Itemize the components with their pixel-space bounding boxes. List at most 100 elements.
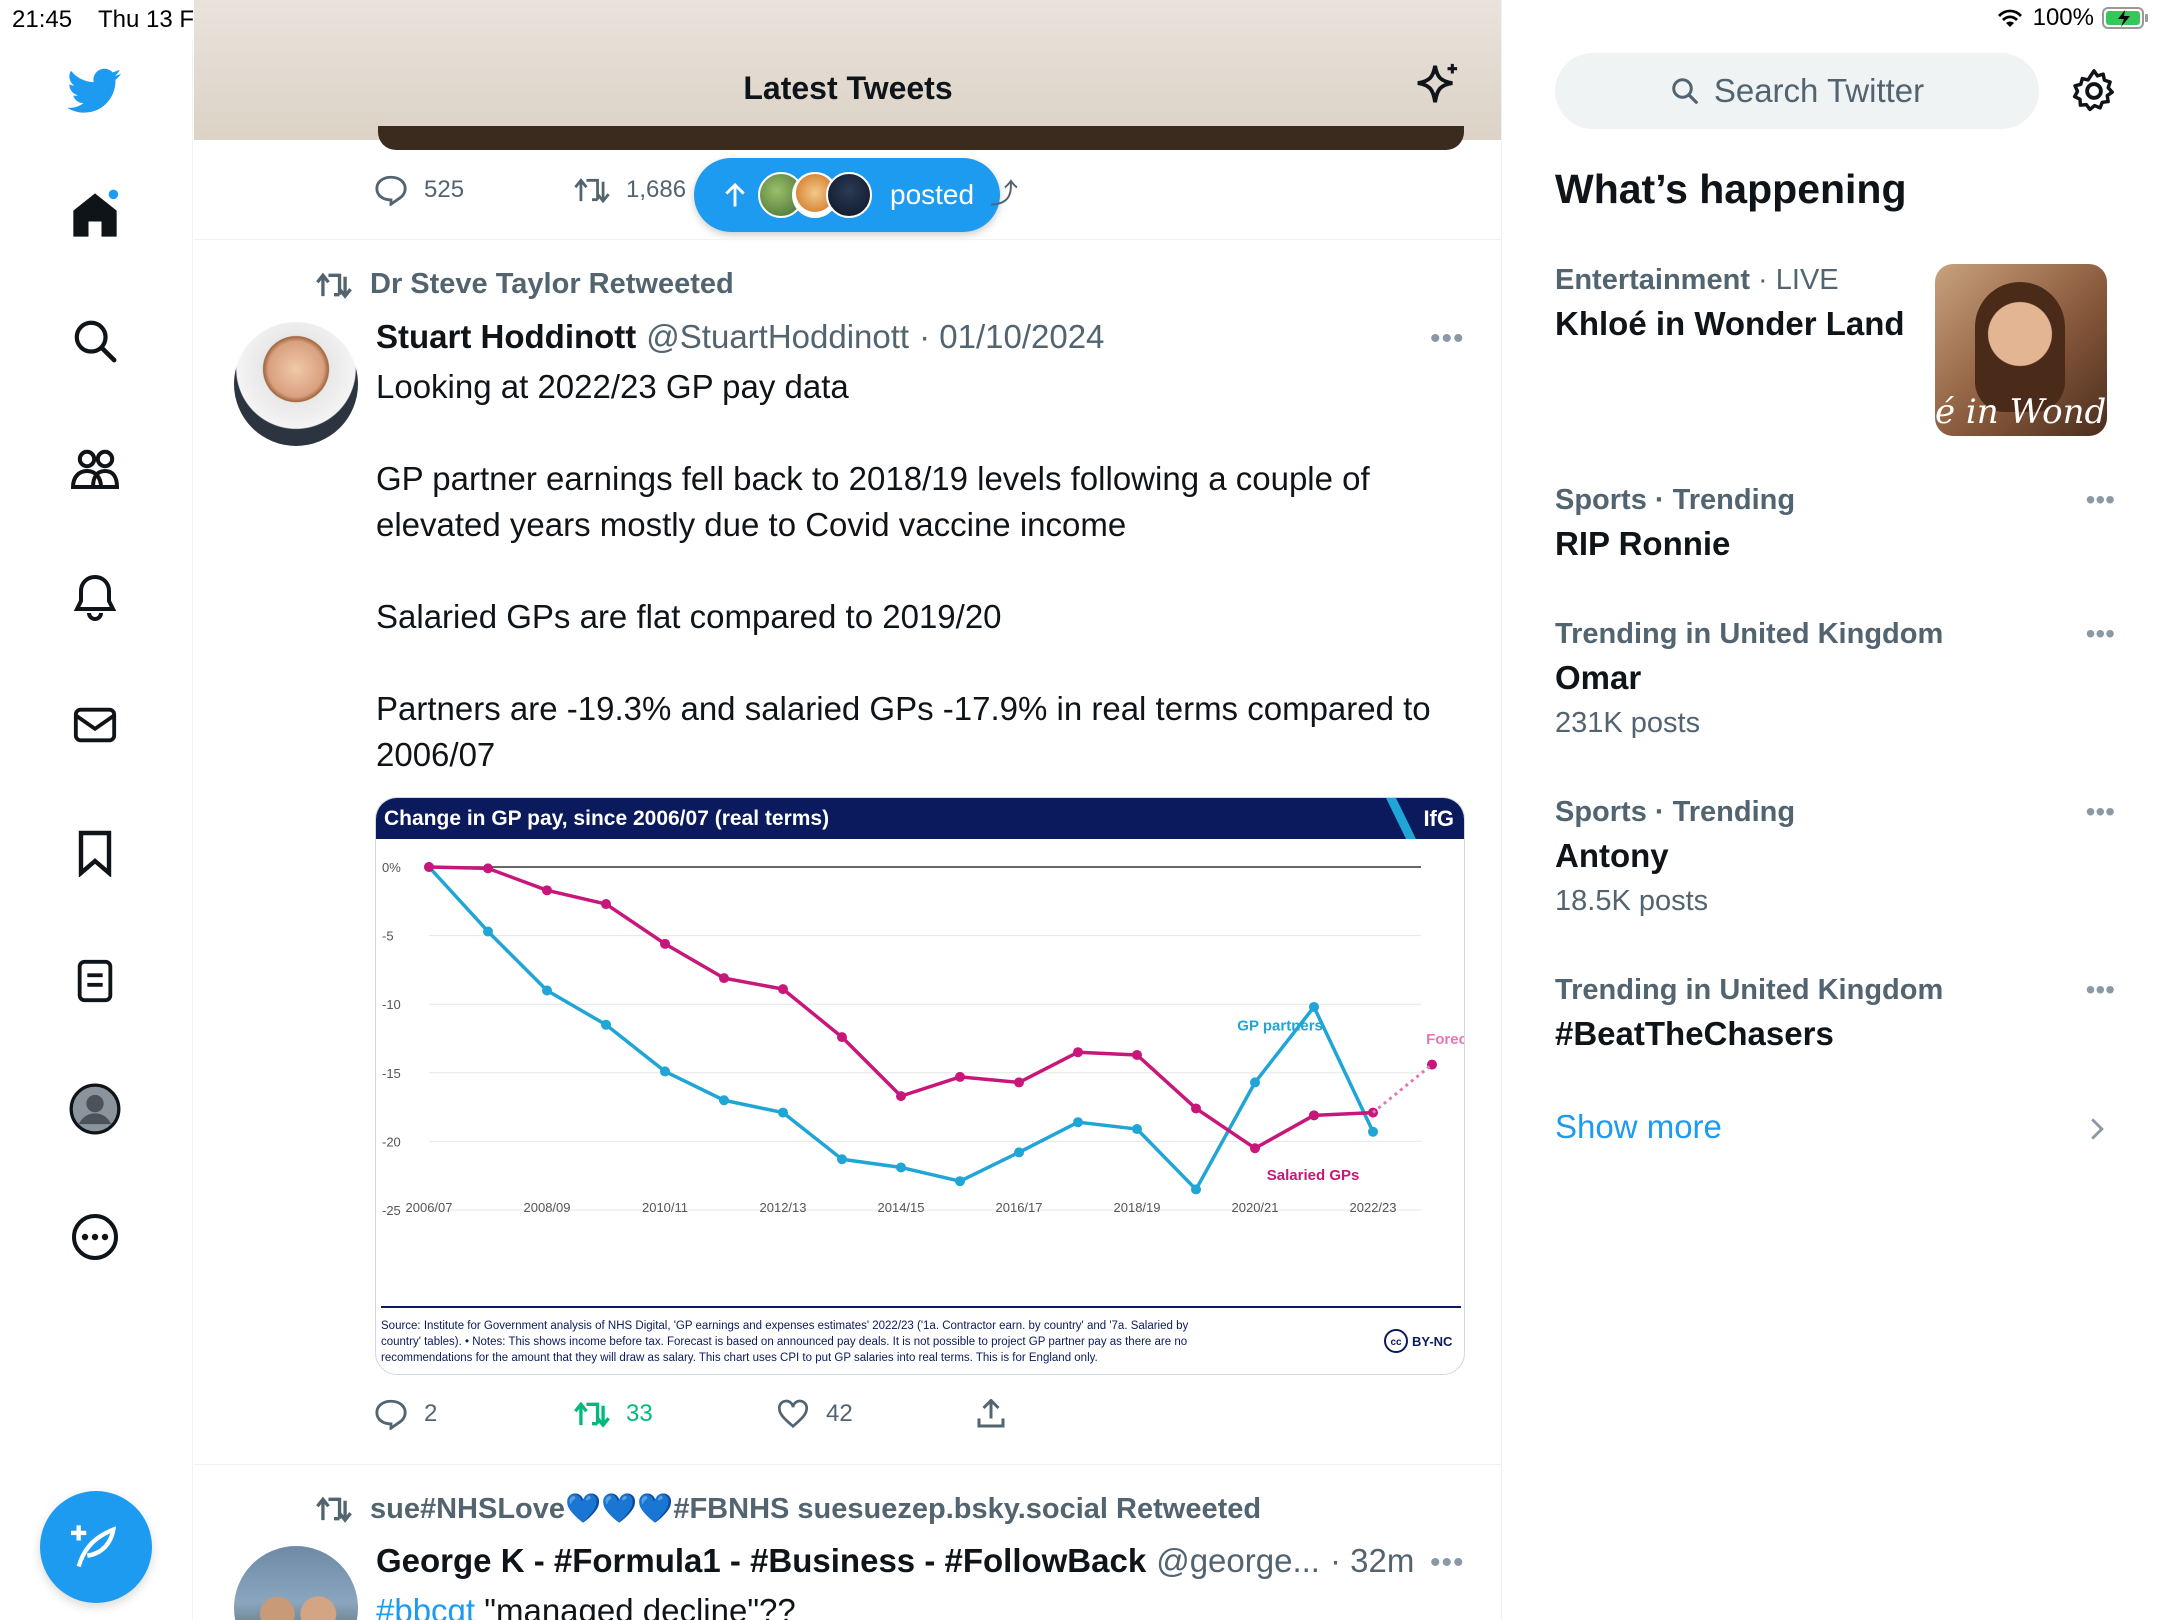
more-options-icon[interactable] xyxy=(66,1208,124,1266)
reply-button[interactable]: 2 xyxy=(374,1398,574,1430)
data-point xyxy=(483,926,493,937)
data-point xyxy=(1368,1126,1378,1137)
tweet-time[interactable]: · 32m xyxy=(1330,1542,1414,1580)
previous-tweet-actions: 525 1,686 xyxy=(374,174,686,206)
data-point xyxy=(601,899,611,910)
trend-title: Antony xyxy=(1555,837,1669,874)
data-point xyxy=(837,1154,847,1165)
data-point xyxy=(601,1019,611,1030)
timeline-header: Latest Tweets xyxy=(194,0,1501,140)
data-point xyxy=(542,885,552,896)
data-point xyxy=(1073,1117,1083,1128)
x-tick-label: 2016/17 xyxy=(996,1200,1043,1215)
retweet-count: 33 xyxy=(626,1400,653,1427)
trend-item[interactable]: Sports · Trending RIP Ronnie ••• xyxy=(1555,484,2115,563)
data-point xyxy=(542,985,552,996)
trend-context: Trending in United Kingdom xyxy=(1555,618,1944,650)
sparkle-timeline-toggle-icon[interactable] xyxy=(1414,62,1460,113)
data-point xyxy=(778,1107,788,1118)
avatar xyxy=(826,172,872,218)
author-avatar[interactable] xyxy=(234,322,358,446)
chevron-right-icon xyxy=(2091,1118,2104,1140)
retweeted-by-text[interactable]: Dr Steve Taylor Retweeted xyxy=(370,268,734,301)
tweet-line: elevated years mostly due to Covid vacci… xyxy=(376,506,1127,543)
data-point xyxy=(896,1091,906,1102)
trend-more-icon[interactable]: ••• xyxy=(2086,974,2115,1006)
messages-mail-icon[interactable] xyxy=(66,696,124,754)
reply-count: 2 xyxy=(424,1400,438,1427)
data-point xyxy=(1191,1184,1201,1195)
share-icon-partial[interactable]: ⤴ xyxy=(990,172,1018,212)
retweet-button[interactable]: 1,686 xyxy=(574,176,686,204)
search-icon xyxy=(1672,78,1698,104)
tweet-divider xyxy=(194,1464,1501,1465)
data-point xyxy=(1132,1124,1142,1135)
chart-source-note: Source: Institute for Government analysi… xyxy=(381,1320,1188,1332)
tweet-date[interactable]: · 01/10/2024 xyxy=(919,318,1104,356)
data-point xyxy=(660,1066,670,1077)
status-time: 21:45 xyxy=(12,6,73,33)
search-input[interactable]: Search Twitter xyxy=(1555,53,2039,129)
timeline-column: Latest Tweets 525 1,686 posted ⤴ Dr Stev… xyxy=(194,0,1502,1620)
forecast-line xyxy=(1372,1063,1433,1114)
trend-title: Omar xyxy=(1555,659,1642,696)
trend-item[interactable]: Trending in United Kingdom Omar 231K pos… xyxy=(1555,618,2115,740)
trend-context: Trending in United Kingdom xyxy=(1555,974,1944,1006)
tweet-more-icon[interactable]: ••• xyxy=(1430,1546,1465,1580)
x-tick-label: 2020/21 xyxy=(1232,1200,1279,1215)
search-placeholder: Search Twitter xyxy=(1713,72,1925,109)
previous-tweet-media[interactable] xyxy=(378,126,1464,150)
data-point xyxy=(955,1176,965,1187)
twitter-logo-icon[interactable] xyxy=(66,62,124,120)
profile-avatar-icon[interactable] xyxy=(66,1080,124,1138)
retweeted-by-text[interactable]: sue#NHSLove💙💙💙#FBNHS suesuezep.bsky.soci… xyxy=(370,1492,1261,1526)
show-more-link[interactable]: Show more xyxy=(1555,1108,1722,1146)
notifications-bell-icon[interactable] xyxy=(66,568,124,626)
whats-happening-heading: What’s happening xyxy=(1555,166,1907,212)
bookmarks-icon[interactable] xyxy=(66,824,124,882)
reply-button[interactable]: 525 xyxy=(374,174,574,206)
share-button[interactable] xyxy=(976,1399,1006,1429)
retweeted-by-line: Dr Steve Taylor Retweeted xyxy=(316,268,734,301)
tweet-actions: 2 33 42 xyxy=(374,1398,1006,1430)
tweet-line: 2006/07 xyxy=(376,736,496,773)
tweet-line: Looking at 2022/23 GP pay data xyxy=(376,368,849,405)
home-icon[interactable] xyxy=(66,186,124,244)
x-tick-label: 2010/11 xyxy=(642,1200,688,1215)
author-name[interactable]: George K - #Formula1 - #Business - #Foll… xyxy=(376,1542,1146,1580)
retweet-button[interactable]: 33 xyxy=(574,1400,776,1428)
author-handle[interactable]: @StuartHoddinott xyxy=(646,318,909,356)
data-point xyxy=(1014,1147,1024,1158)
data-point xyxy=(1250,1077,1260,1088)
trend-more-icon[interactable]: ••• xyxy=(2086,484,2115,516)
tweet-text: #bbcgt "managed decline"?? xyxy=(376,1588,1476,1620)
tweet-more-icon[interactable]: ••• xyxy=(1430,322,1465,356)
forecast-label: Forecast xyxy=(1426,1031,1465,1048)
like-button[interactable]: 42 xyxy=(776,1399,976,1429)
new-posts-pill[interactable]: posted xyxy=(694,158,1000,232)
settings-gear-icon[interactable] xyxy=(2071,68,2117,119)
trend-more-icon[interactable]: ••• xyxy=(2086,618,2115,650)
data-point xyxy=(483,863,493,874)
trend-post-count: 18.5K posts xyxy=(1555,885,1709,917)
x-tick-label: 2022/23 xyxy=(1350,1200,1397,1215)
author-handle[interactable]: @george... xyxy=(1156,1542,1320,1580)
trend-thumbnail[interactable]: é in Wonder L xyxy=(1935,264,2107,436)
hashtag-link[interactable]: #bbcgt xyxy=(376,1592,475,1620)
explore-search-icon[interactable] xyxy=(66,312,124,370)
trend-item[interactable]: Trending in United Kingdom #BeatTheChase… xyxy=(1555,974,2115,1053)
trend-item[interactable]: Sports · Trending Antony 18.5K posts ••• xyxy=(1555,796,2115,918)
retweeted-by-line: sue#NHSLove💙💙💙#FBNHS suesuezep.bsky.soci… xyxy=(316,1492,1261,1526)
tweet-media-chart[interactable]: Change in GP pay, since 2006/07 (real te… xyxy=(375,797,1465,1375)
author-name[interactable]: Stuart Hoddinott xyxy=(376,318,636,356)
compose-tweet-button[interactable] xyxy=(40,1491,152,1603)
tweet-line: Salaried GPs are flat compared to 2019/2… xyxy=(376,598,1002,635)
data-point xyxy=(1132,1049,1142,1060)
trend-more-icon[interactable]: ••• xyxy=(2086,796,2115,828)
data-point xyxy=(719,1095,729,1106)
lists-icon[interactable] xyxy=(66,952,124,1010)
author-avatar[interactable] xyxy=(234,1546,358,1620)
communities-icon[interactable] xyxy=(66,440,124,498)
tweet-text: Looking at 2022/23 GP pay data GP partne… xyxy=(376,364,1476,778)
gp-pay-chart: Change in GP pay, since 2006/07 (real te… xyxy=(376,798,1465,1364)
